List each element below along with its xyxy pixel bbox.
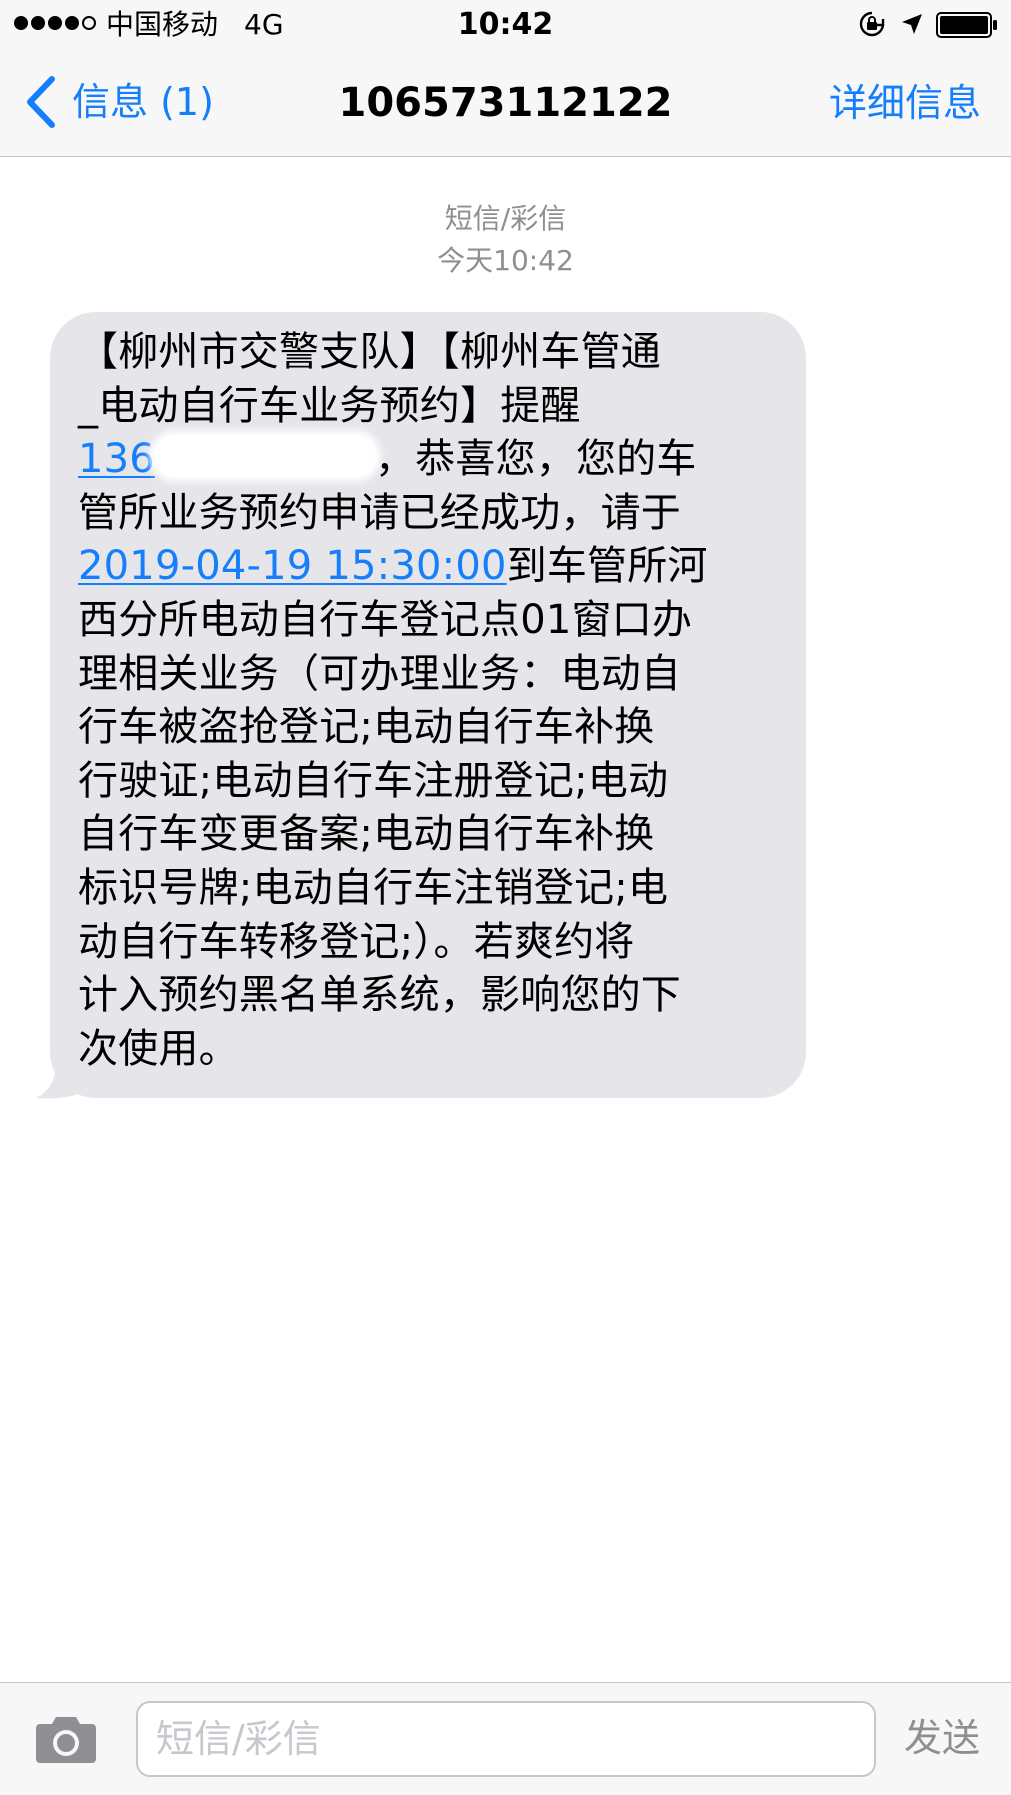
- message-line: 行驶证;电动自行车注册登记;电动: [78, 757, 669, 804]
- location-arrow-icon: [902, 14, 922, 34]
- message-line: 136 ，恭喜您，您的车: [78, 433, 776, 487]
- message-line: 2019-04-19 15:30:00到车管所河: [78, 540, 776, 594]
- message-line: 行车被盗抢登记;电动自行车补换: [78, 704, 655, 751]
- phone-number-visible: 136: [78, 436, 155, 483]
- message-text: ，恭喜您，您的车: [374, 436, 697, 483]
- phone-number-link[interactable]: 136: [78, 436, 375, 482]
- message-line: 理相关业务（可办理业务：电动自: [78, 650, 681, 697]
- message-line: 标识号牌;电动自行车注销登记;电: [78, 864, 669, 911]
- details-button[interactable]: 详细信息: [829, 78, 981, 128]
- message-line: _电动自行车业务预约】提醒: [78, 382, 581, 429]
- message-text: 到车管所河: [506, 543, 708, 590]
- camera-icon[interactable]: [34, 1713, 98, 1765]
- message-line: 【柳州市交警支队】【柳州车管通: [78, 329, 661, 375]
- message-line: 动自行车转移登记;）。若爽约将: [78, 918, 635, 965]
- received-message-bubble[interactable]: 【柳州市交警支队】【柳州车管通 _电动自行车业务预约】提醒 136 ，恭喜您，您的…: [50, 312, 806, 1098]
- message-line: 次使用。: [78, 1025, 239, 1072]
- message-body: 【柳州市交警支队】【柳州车管通 _电动自行车业务预约】提醒 136 ，恭喜您，您的…: [78, 326, 776, 1076]
- message-input[interactable]: [136, 1701, 876, 1777]
- redaction-mark: [154, 436, 375, 477]
- status-bar: 中国移动 4G 10:42: [0, 0, 1011, 50]
- message-line: 管所业务预约申请已经成功，请于: [78, 489, 681, 536]
- message-type-label: 短信/彩信: [444, 202, 567, 235]
- send-button[interactable]: 发送: [904, 1713, 980, 1763]
- message-line: 西分所电动自行车登记点01窗口办: [78, 596, 693, 643]
- orientation-lock-icon: [859, 11, 885, 37]
- datetime-link[interactable]: 2019-04-19 15:30:00: [78, 543, 507, 589]
- compose-bar: 发送: [0, 1682, 1011, 1795]
- conversation-header: 短信/彩信 今天10:42: [0, 200, 1011, 280]
- message-line: 计入预约黑名单系统，影响您的下: [78, 972, 681, 1019]
- message-timestamp: 今天10:42: [437, 244, 574, 277]
- battery-icon: [936, 12, 997, 38]
- message-line: 自行车变更备案;电动自行车补换: [78, 811, 655, 858]
- navigation-bar: 信息 (1) 106573112122 详细信息: [0, 50, 1011, 157]
